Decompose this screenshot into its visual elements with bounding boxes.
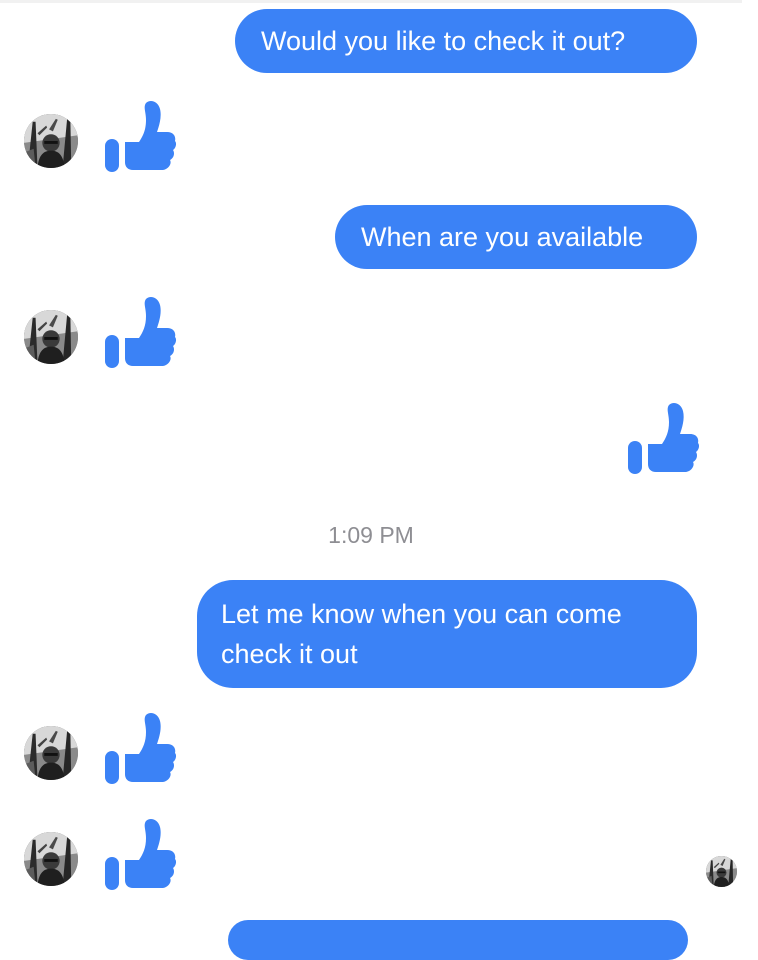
avatar-image	[706, 856, 737, 887]
thumbs-up-icon[interactable]	[103, 710, 177, 794]
sent-message-bubble[interactable]: Let me know when you can come check it o…	[197, 580, 697, 688]
timestamp: 1:09 PM	[328, 522, 414, 548]
avatar-image	[24, 726, 78, 780]
thumbs-up-icon[interactable]	[103, 816, 177, 900]
contact-avatar[interactable]	[24, 832, 78, 886]
top-divider	[0, 0, 742, 3]
avatar-image	[24, 310, 78, 364]
read-receipt-avatar	[706, 856, 737, 887]
sent-message-bubble-partial[interactable]	[228, 920, 688, 960]
sent-message-bubble[interactable]: When are you available	[335, 205, 697, 269]
contact-avatar[interactable]	[24, 114, 78, 168]
sent-message-bubble[interactable]: Would you like to check it out?	[235, 9, 697, 73]
thumbs-up-icon[interactable]	[103, 98, 177, 182]
contact-avatar[interactable]	[24, 310, 78, 364]
avatar-image	[24, 832, 78, 886]
thumbs-up-icon[interactable]	[103, 294, 177, 378]
avatar-image	[24, 114, 78, 168]
contact-avatar[interactable]	[24, 726, 78, 780]
thumbs-up-icon[interactable]	[626, 400, 700, 484]
